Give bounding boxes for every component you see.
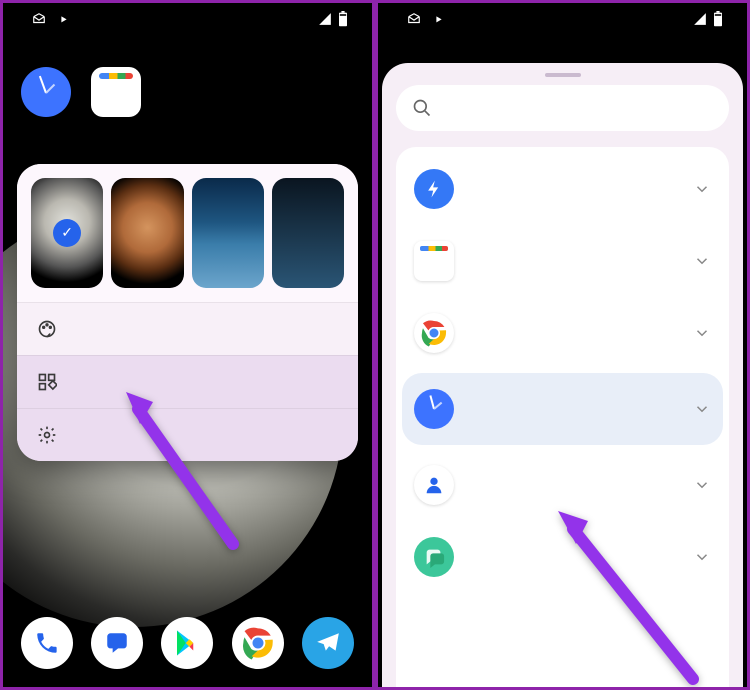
widget-item-conversations[interactable] <box>396 521 729 593</box>
signal-icon <box>318 12 332 30</box>
battery-icon <box>338 11 348 31</box>
mail-icon <box>31 12 47 30</box>
app-icon-calendar[interactable] <box>91 67 141 123</box>
search-icon <box>412 98 432 118</box>
phone-home-screen: ⯈ <box>3 3 372 687</box>
dock <box>3 617 372 669</box>
app-icon-clock[interactable] <box>21 67 71 123</box>
battery-icon <box>713 11 723 31</box>
status-bar: ⯈ <box>378 3 747 39</box>
palette-icon <box>37 319 57 339</box>
widget-item-clock[interactable] <box>402 373 723 445</box>
menu-wallpaper-style[interactable] <box>17 302 358 355</box>
widget-picker-sheet <box>382 63 743 687</box>
home-long-press-menu <box>17 164 358 461</box>
widget-list[interactable] <box>396 147 729 687</box>
indicator-icon: ⯈ <box>434 14 443 28</box>
widgets-icon <box>37 372 57 392</box>
calendar-icon <box>91 67 141 117</box>
signal-icon <box>693 12 707 30</box>
chat-icon <box>414 537 454 577</box>
gear-icon <box>37 425 57 445</box>
wallpaper-thumb-moon[interactable] <box>31 178 103 288</box>
dock-messages[interactable] <box>91 617 143 669</box>
chevron-down-icon <box>693 476 711 494</box>
widget-item-calendar[interactable] <box>396 225 729 297</box>
chevron-down-icon <box>693 252 711 270</box>
person-icon <box>414 465 454 505</box>
calendar-icon <box>414 241 454 281</box>
dock-telegram[interactable] <box>302 617 354 669</box>
mail-icon <box>406 12 422 30</box>
widget-item-contacts[interactable] <box>396 449 729 521</box>
menu-widgets[interactable] <box>17 355 358 408</box>
widget-item-battery[interactable] <box>396 153 729 225</box>
wallpaper-thumb-waterfall[interactable] <box>192 178 264 288</box>
wallpaper-thumb-mars[interactable] <box>111 178 183 288</box>
status-bar: ⯈ <box>3 3 372 39</box>
clock-icon <box>21 67 71 117</box>
chevron-down-icon <box>693 324 711 342</box>
wallpaper-strip <box>17 164 358 302</box>
chevron-down-icon <box>693 180 711 198</box>
phone-widget-picker: ⯈ <box>378 3 747 687</box>
dock-phone[interactable] <box>21 617 73 669</box>
menu-home-settings[interactable] <box>17 408 358 461</box>
dock-chrome[interactable] <box>232 617 284 669</box>
widget-item-chrome[interactable] <box>396 297 729 369</box>
sheet-grabber[interactable] <box>545 73 581 77</box>
chevron-down-icon <box>693 400 711 418</box>
dock-play-store[interactable] <box>161 617 213 669</box>
indicator-icon: ⯈ <box>59 14 68 28</box>
bolt-icon <box>414 169 454 209</box>
search-input[interactable] <box>396 85 729 131</box>
clock-icon <box>414 389 454 429</box>
chrome-icon <box>414 313 454 353</box>
chevron-down-icon <box>693 548 711 566</box>
wallpaper-thumb-gradient[interactable] <box>272 178 344 288</box>
